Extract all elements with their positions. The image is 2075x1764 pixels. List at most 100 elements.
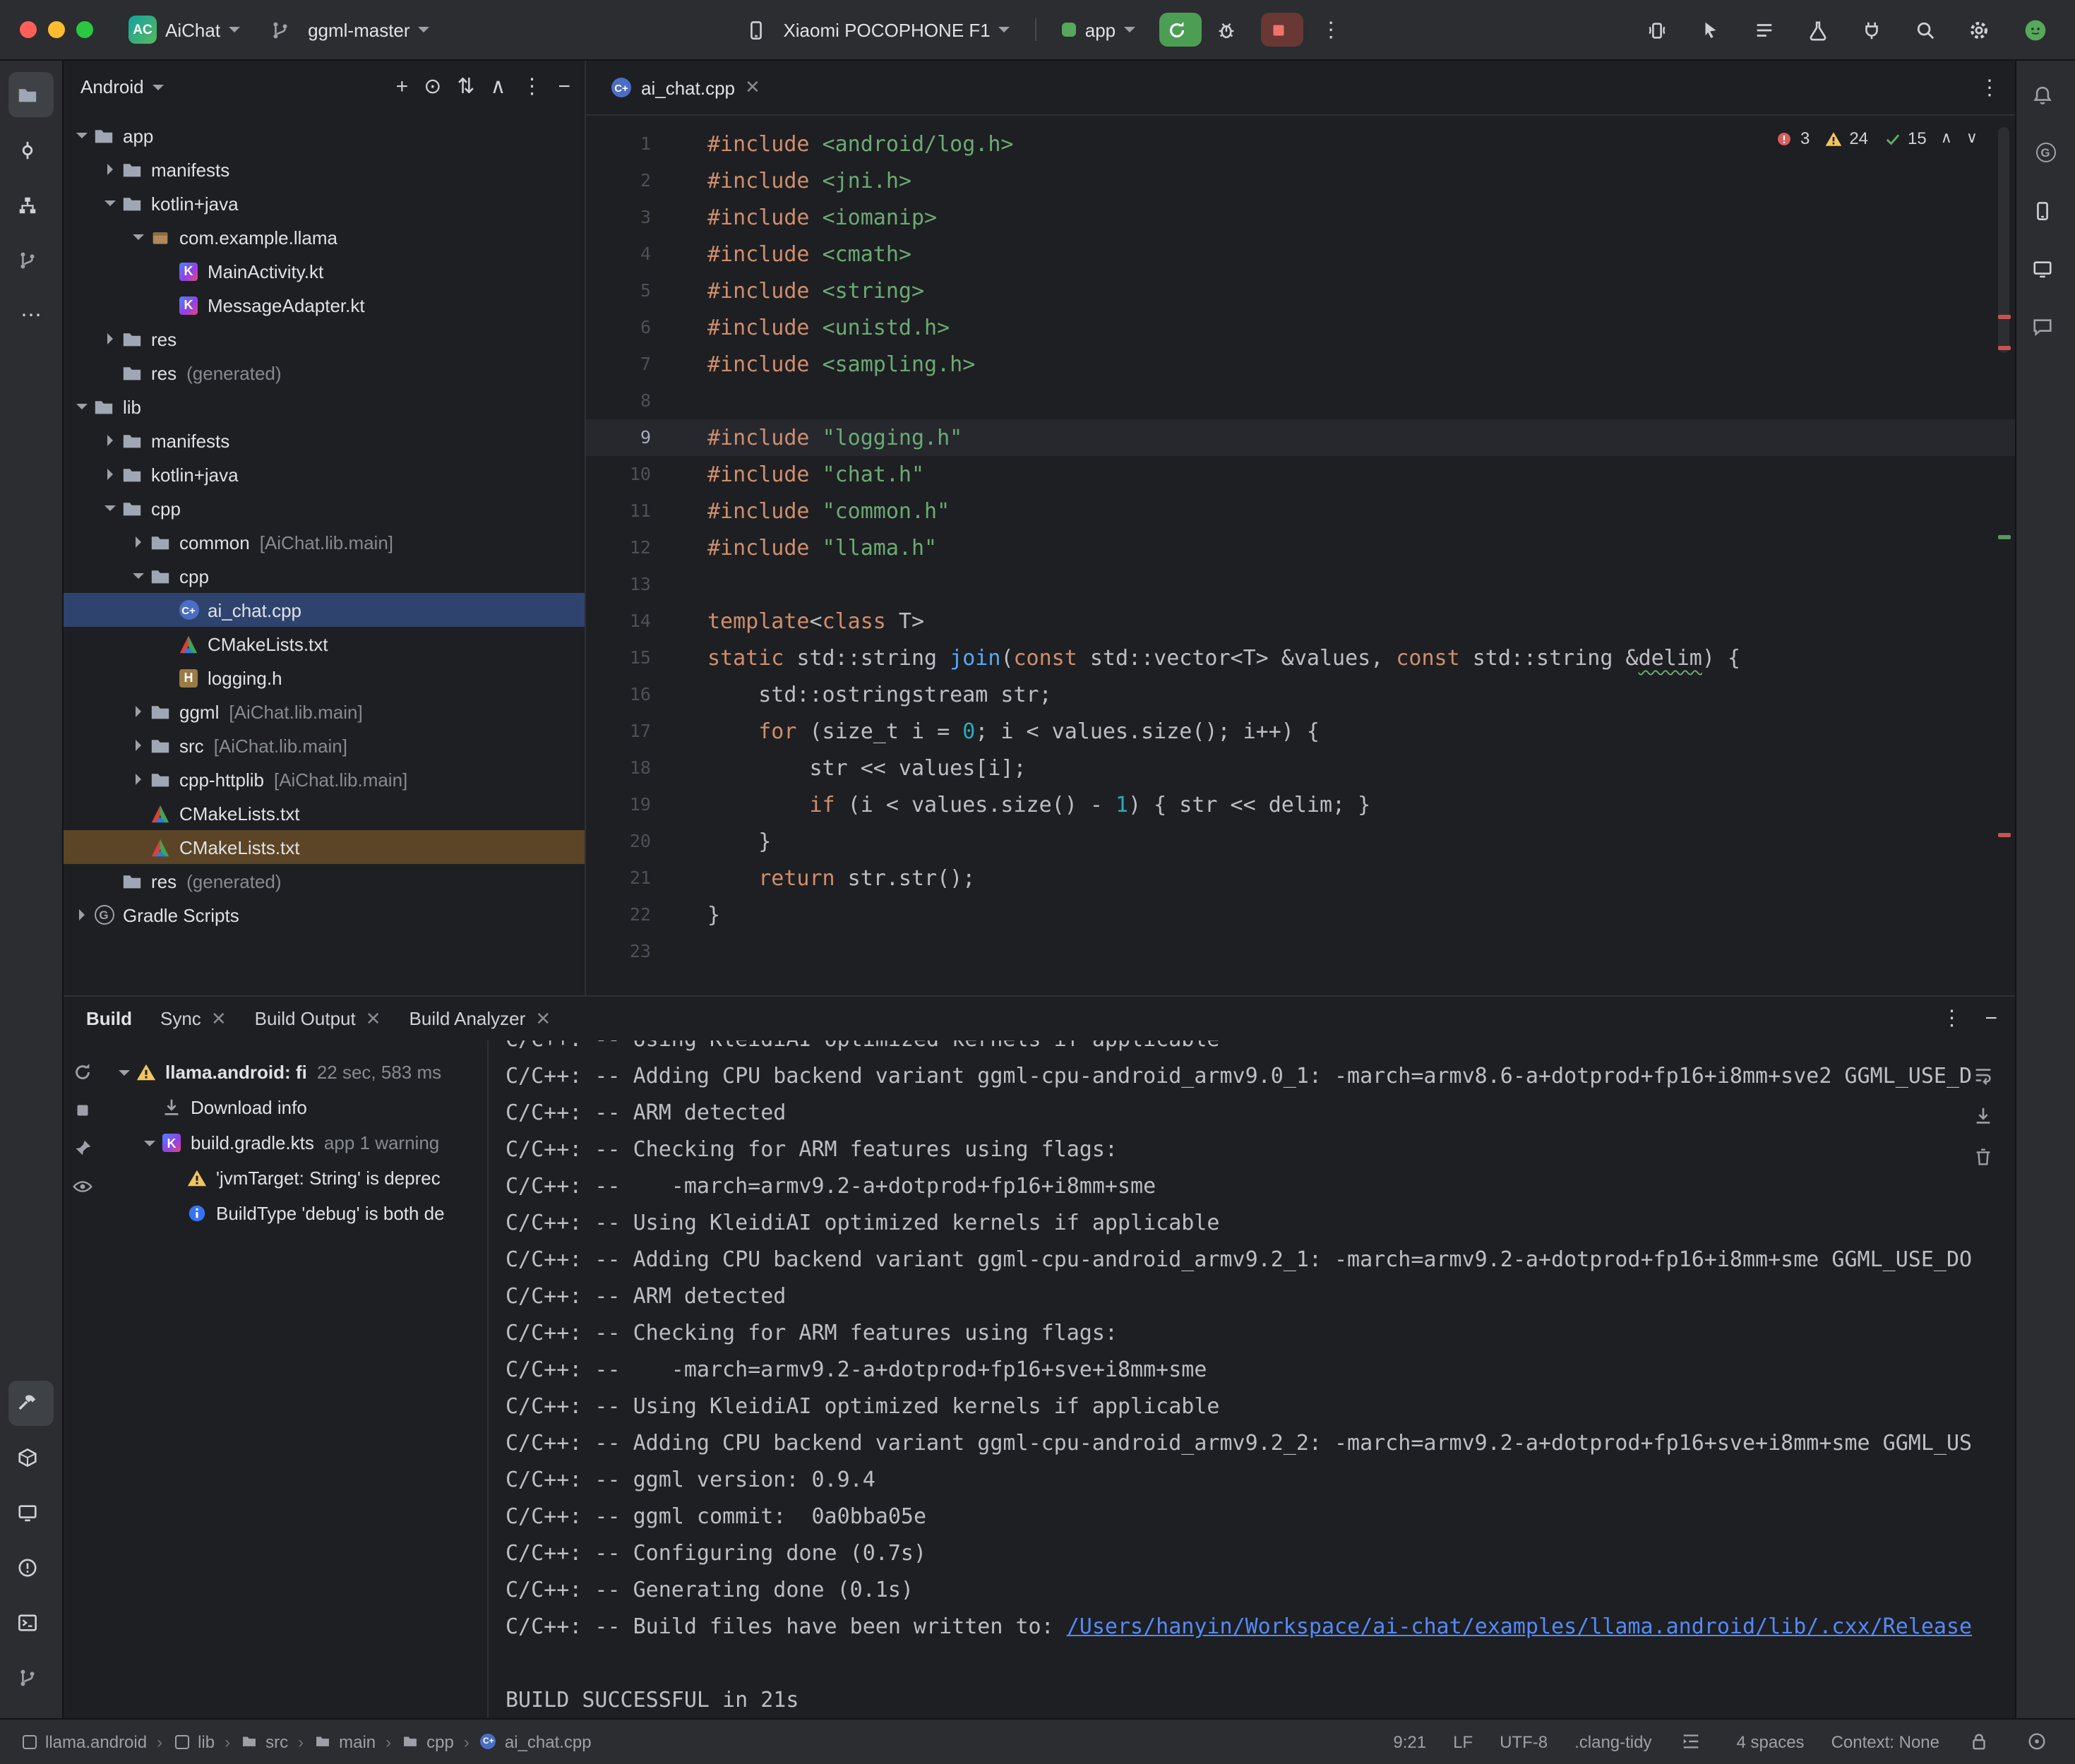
- breadcrumb-item-ai-chat-cpp[interactable]: C+ai_chat.cpp: [479, 1730, 592, 1753]
- tree-item-common[interactable]: common[AiChat.lib.main]: [64, 525, 585, 559]
- code-line-7[interactable]: 7#include <sampling.h>: [586, 346, 2014, 383]
- tree-item-src[interactable]: src[AiChat.lib.main]: [64, 728, 585, 762]
- line-number[interactable]: 9: [586, 419, 651, 456]
- version-control-button[interactable]: [8, 1655, 54, 1700]
- warning-count-widget[interactable]: 24: [1824, 127, 1868, 150]
- tree-item-mainactivity-kt[interactable]: KMainActivity.kt: [64, 254, 585, 288]
- tree-item-cmakelists-txt[interactable]: CMakeLists.txt: [64, 627, 585, 661]
- line-number[interactable]: 18: [586, 750, 651, 786]
- error-stripe-mark[interactable]: [1997, 833, 2010, 837]
- rerun-sync-icon[interactable]: [71, 1060, 95, 1083]
- code-line-16[interactable]: 16 std::ostringstream str;: [586, 676, 2014, 713]
- close-tab-icon[interactable]: ✕: [745, 76, 760, 99]
- tree-item-gradle-scripts[interactable]: GGradle Scripts: [64, 898, 585, 932]
- next-issue-button[interactable]: ∨: [1966, 131, 1978, 146]
- tree-chevron-down-icon[interactable]: [114, 1069, 134, 1075]
- editor-tab-ai-chat-cpp[interactable]: C+ ai_chat.cpp ✕: [597, 61, 775, 114]
- tree-chevron-right-icon[interactable]: [128, 740, 148, 751]
- encoding-widget[interactable]: UTF-8: [1500, 1732, 1548, 1751]
- editor-scroll-stripe[interactable]: [1996, 116, 2010, 995]
- code-line-22[interactable]: 22}: [586, 896, 2014, 933]
- collapse-all-button[interactable]: ∧: [491, 76, 506, 97]
- line-number[interactable]: 22: [586, 896, 651, 933]
- soft-wrap-icon[interactable]: [1971, 1063, 1995, 1086]
- build-output-path-link[interactable]: /Users/hanyin/Workspace/ai-chat/examples…: [1067, 1614, 1972, 1639]
- search-everywhere-icon[interactable]: [1913, 18, 1937, 41]
- tree-item-manifests[interactable]: manifests: [64, 152, 585, 186]
- tree-chevron-down-icon[interactable]: [128, 573, 148, 579]
- tab-sync[interactable]: Sync✕: [160, 1007, 227, 1030]
- code-line-9[interactable]: 9#include "logging.h": [586, 419, 2014, 456]
- error-stripe-mark[interactable]: [1997, 346, 2010, 350]
- close-window-button[interactable]: [20, 21, 37, 38]
- more-toolwindows-button[interactable]: ⋯: [8, 292, 54, 337]
- code-line-11[interactable]: 11#include "common.h": [586, 493, 2014, 529]
- tree-chevron-down-icon[interactable]: [72, 133, 92, 138]
- code-line-20[interactable]: 20 }: [586, 823, 2014, 860]
- problems-toolwindow-button[interactable]: [8, 1545, 54, 1590]
- line-number[interactable]: 7: [586, 346, 651, 383]
- tree-item-logging-h[interactable]: Hlogging.h: [64, 661, 585, 695]
- debug-button[interactable]: [1210, 13, 1250, 47]
- code-style-widget[interactable]: [1679, 1730, 1710, 1753]
- line-number[interactable]: 4: [586, 236, 651, 272]
- indicator-widget[interactable]: [2024, 1730, 2055, 1753]
- code-line-19[interactable]: 19 if (i < values.size() - 1) { str << d…: [586, 786, 2014, 823]
- code-line-4[interactable]: 4#include <cmath>: [586, 236, 2014, 272]
- breadcrumb-item-cpp[interactable]: cpp: [401, 1730, 454, 1753]
- tree-item-app[interactable]: app: [64, 119, 585, 152]
- tree-chevron-right-icon[interactable]: [72, 909, 92, 920]
- panel-options-button[interactable]: ⋮: [521, 76, 542, 97]
- readonly-widget[interactable]: [1966, 1730, 1997, 1753]
- build-tree-item[interactable]: Kbuild.gradle.ktsapp 1 warning: [109, 1125, 487, 1160]
- build-toolwindow-button[interactable]: [8, 1380, 54, 1425]
- line-number[interactable]: 1: [586, 126, 651, 162]
- tree-item-ggml[interactable]: ggml[AiChat.lib.main]: [64, 695, 585, 728]
- code-line-13[interactable]: 13: [586, 566, 2014, 603]
- passed-count-widget[interactable]: 15: [1882, 127, 1927, 150]
- vcs-branch-selector[interactable]: ggml-master: [258, 13, 440, 47]
- tree-item-res[interactable]: res(generated): [64, 356, 585, 390]
- tree-item-manifests[interactable]: manifests: [64, 424, 585, 457]
- tree-item-kotlin-java[interactable]: kotlin+java: [64, 457, 585, 491]
- tree-chevron-right-icon[interactable]: [128, 536, 148, 548]
- close-tab-icon[interactable]: ✕: [366, 1007, 381, 1030]
- device-connection-icon[interactable]: [1859, 18, 1883, 41]
- code-line-23[interactable]: 23: [586, 933, 2014, 970]
- app-quality-insights-button[interactable]: [2023, 304, 2068, 349]
- tree-chevron-right-icon[interactable]: [128, 706, 148, 717]
- inspections-widget[interactable]: 3 24 15 ∧ ∨: [1775, 127, 1978, 150]
- build-variants-icon[interactable]: [1805, 18, 1829, 41]
- user-avatar[interactable]: [2020, 14, 2051, 45]
- tree-chevron-right-icon[interactable]: [100, 435, 120, 446]
- tree-item-com-example-llama[interactable]: com.example.llama: [64, 220, 585, 254]
- breadcrumb-item-src[interactable]: src: [240, 1730, 288, 1753]
- tree-chevron-right-icon[interactable]: [100, 469, 120, 480]
- tab-build-analyzer[interactable]: Build Analyzer✕: [409, 1007, 551, 1030]
- tree-item-res[interactable]: res(generated): [64, 864, 585, 898]
- tree-item-cmakelists-txt[interactable]: CMakeLists.txt: [64, 796, 585, 830]
- logcat-icon[interactable]: [1752, 18, 1776, 41]
- stop-button[interactable]: [1261, 13, 1303, 47]
- line-number[interactable]: 13: [586, 566, 651, 603]
- line-number[interactable]: 16: [586, 676, 651, 713]
- project-view-mode-selector[interactable]: Android: [80, 76, 164, 97]
- expand-all-button[interactable]: ⇅: [457, 76, 474, 97]
- tree-item-res[interactable]: res: [64, 322, 585, 356]
- settings-gear-icon[interactable]: [1966, 18, 1990, 41]
- hide-panel-button[interactable]: −: [558, 76, 570, 97]
- line-number[interactable]: 11: [586, 493, 651, 529]
- tree-item-cpp-httplib[interactable]: cpp-httplib[AiChat.lib.main]: [64, 762, 585, 796]
- line-number[interactable]: 5: [586, 272, 651, 309]
- tab-build-output[interactable]: Build Output✕: [255, 1007, 381, 1030]
- change-stripe-mark[interactable]: [1997, 535, 2010, 539]
- line-number[interactable]: 10: [586, 456, 651, 493]
- line-number[interactable]: 6: [586, 309, 651, 346]
- more-actions-button[interactable]: ⋮: [1320, 19, 1341, 40]
- breadcrumb-item-lib[interactable]: lib: [172, 1730, 215, 1753]
- tree-item-cpp[interactable]: cpp: [64, 559, 585, 593]
- code-line-12[interactable]: 12#include "llama.h": [586, 529, 2014, 566]
- scroll-to-end-icon[interactable]: [1971, 1104, 1995, 1127]
- line-number[interactable]: 19: [586, 786, 651, 823]
- scrollbar-thumb[interactable]: [1997, 127, 2009, 353]
